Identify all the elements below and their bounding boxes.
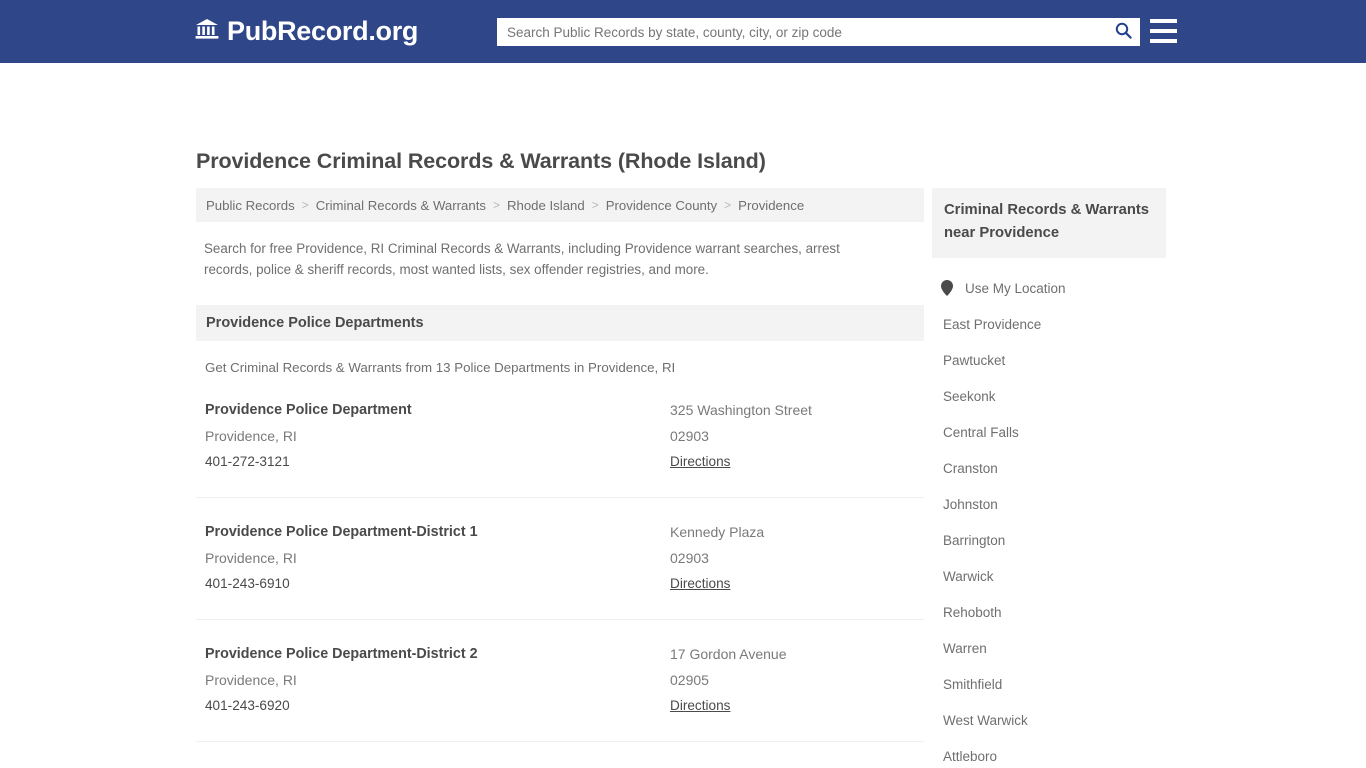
department-zip: 02903 — [670, 428, 709, 444]
department-phone[interactable]: 401-272-3121 — [205, 449, 663, 475]
breadcrumb-separator: > — [492, 198, 500, 212]
department-street: 1380 Broad Street — [670, 763, 924, 768]
listing-right-column: 325 Washington Street 02903 Directions — [663, 397, 924, 475]
site-logo-text: PubRecord.org — [227, 16, 419, 46]
nearby-sidebar: Criminal Records & Warrants near Provide… — [932, 188, 1166, 768]
sidebar-heading: Criminal Records & Warrants near Provide… — [932, 188, 1166, 258]
department-street: 325 Washington Street — [670, 402, 812, 418]
department-street: Kennedy Plaza — [670, 524, 765, 540]
sidebar-item-pawtucket[interactable]: Pawtucket — [932, 342, 1166, 378]
bank-building-icon — [195, 18, 219, 45]
sidebar-item-label: Warren — [943, 640, 987, 656]
search-bar — [497, 18, 1140, 46]
sidebar-item-cranston[interactable]: Cranston — [932, 450, 1166, 486]
breadcrumb-separator: > — [724, 198, 732, 212]
department-name[interactable]: Providence Police Department-District 1 — [205, 519, 663, 545]
sidebar-item-west-warwick[interactable]: West Warwick — [932, 702, 1166, 738]
breadcrumb-item[interactable]: Providence County — [606, 198, 717, 213]
department-city-state: Providence, RI — [205, 672, 297, 688]
department-street: 17 Gordon Avenue — [670, 646, 787, 662]
listing-left-column: Providence Police Department-District 2 P… — [196, 641, 663, 719]
department-city-state: Providence, RI — [205, 428, 297, 444]
department-phone[interactable]: 401-243-6910 — [205, 571, 663, 597]
department-name[interactable]: Providence Police Department-District 2 — [205, 641, 663, 667]
site-header: PubRecord.org — [0, 0, 1366, 63]
listing-row: Providence Police Department-District 2 P… — [196, 641, 924, 742]
directions-link[interactable]: Directions — [670, 571, 730, 597]
listing-row: Providence Police Department Providence, … — [196, 397, 924, 498]
listing-right-column: 1380 Broad Street02905Directions — [663, 763, 924, 768]
main-content: Public Records > Criminal Records & Warran… — [196, 188, 924, 768]
sidebar-item-central-falls[interactable]: Central Falls — [932, 414, 1166, 450]
department-city-state: Providence, RI — [205, 550, 297, 566]
search-icon — [1115, 22, 1132, 42]
sidebar-item-label: Central Falls — [943, 424, 1019, 440]
sidebar-item-east-providence[interactable]: East Providence — [932, 306, 1166, 342]
sidebar-item-barrington[interactable]: Barrington — [932, 522, 1166, 558]
map-pin-icon — [940, 280, 954, 296]
sidebar-item-label: Rehoboth — [943, 604, 1002, 620]
listing-row: Providence Police Department-District 1 P… — [196, 519, 924, 620]
sidebar-item-seekonk[interactable]: Seekonk — [932, 378, 1166, 414]
sidebar-item-warren[interactable]: Warren — [932, 630, 1166, 666]
breadcrumb-item[interactable]: Providence — [738, 198, 804, 213]
listing-right-column: 17 Gordon Avenue 02905 Directions — [663, 641, 924, 719]
department-zip: 02905 — [670, 672, 709, 688]
directions-link[interactable]: Directions — [670, 449, 730, 475]
listing-left-column: Providence Police Department-District 1 P… — [196, 519, 663, 597]
sidebar-item-label: Pawtucket — [943, 352, 1006, 368]
breadcrumb-separator: > — [591, 198, 599, 212]
sidebar-item-label: Use My Location — [965, 280, 1066, 296]
sidebar-item-label: Barrington — [943, 532, 1006, 548]
sidebar-item-smithfield[interactable]: Smithfield — [932, 666, 1166, 702]
breadcrumb-item[interactable]: Public Records — [206, 198, 295, 213]
listing-row: Providence Police Department-District 3P… — [196, 763, 924, 768]
section-heading: Providence Police Departments — [196, 305, 924, 341]
breadcrumb: Public Records > Criminal Records & Warran… — [196, 188, 924, 222]
listing-right-column: Kennedy Plaza 02903 Directions — [663, 519, 924, 597]
sidebar-item-label: Warwick — [943, 568, 994, 584]
department-name[interactable]: Providence Police Department — [205, 397, 663, 423]
listing-left-column: Providence Police Department Providence, … — [196, 397, 663, 475]
breadcrumb-separator: > — [301, 198, 309, 212]
sidebar-item-johnston[interactable]: Johnston — [932, 486, 1166, 522]
police-department-list: Providence Police Department Providence, … — [196, 397, 924, 768]
directions-link[interactable]: Directions — [670, 693, 730, 719]
breadcrumb-item[interactable]: Rhode Island — [507, 198, 585, 213]
sidebar-item-rehoboth[interactable]: Rehoboth — [932, 594, 1166, 630]
sidebar-item-use-my-location[interactable]: Use My Location — [932, 270, 1166, 306]
breadcrumb-item[interactable]: Criminal Records & Warrants — [316, 198, 486, 213]
search-input[interactable] — [497, 19, 1106, 45]
sidebar-item-label: East Providence — [943, 316, 1042, 332]
department-name[interactable]: Providence Police Department-District 3 — [205, 763, 663, 768]
page-intro-text: Search for free Providence, RI Criminal … — [204, 241, 840, 277]
hamburger-menu-icon[interactable] — [1150, 19, 1177, 43]
sidebar-item-label: West Warwick — [943, 712, 1028, 728]
sidebar-nearby-list: Use My Location East Providence Pawtucket… — [932, 270, 1166, 768]
sidebar-item-warwick[interactable]: Warwick — [932, 558, 1166, 594]
department-zip: 02903 — [670, 550, 709, 566]
sidebar-item-label: Smithfield — [943, 676, 1003, 692]
section-subheading: Get Criminal Records & Warrants from 13 … — [205, 360, 676, 375]
sidebar-item-label: Johnston — [943, 496, 998, 512]
site-logo-link[interactable]: PubRecord.org — [195, 18, 418, 45]
sidebar-item-label: Seekonk — [943, 388, 996, 404]
sidebar-item-label: Attleboro — [943, 748, 998, 764]
page-title: Providence Criminal Records & Warrants (… — [196, 149, 766, 173]
sidebar-item-attleboro[interactable]: Attleboro — [932, 738, 1166, 768]
search-button[interactable] — [1106, 18, 1140, 46]
department-phone[interactable]: 401-243-6920 — [205, 693, 663, 719]
sidebar-item-label: Cranston — [943, 460, 998, 476]
listing-left-column: Providence Police Department-District 3P… — [196, 763, 663, 768]
